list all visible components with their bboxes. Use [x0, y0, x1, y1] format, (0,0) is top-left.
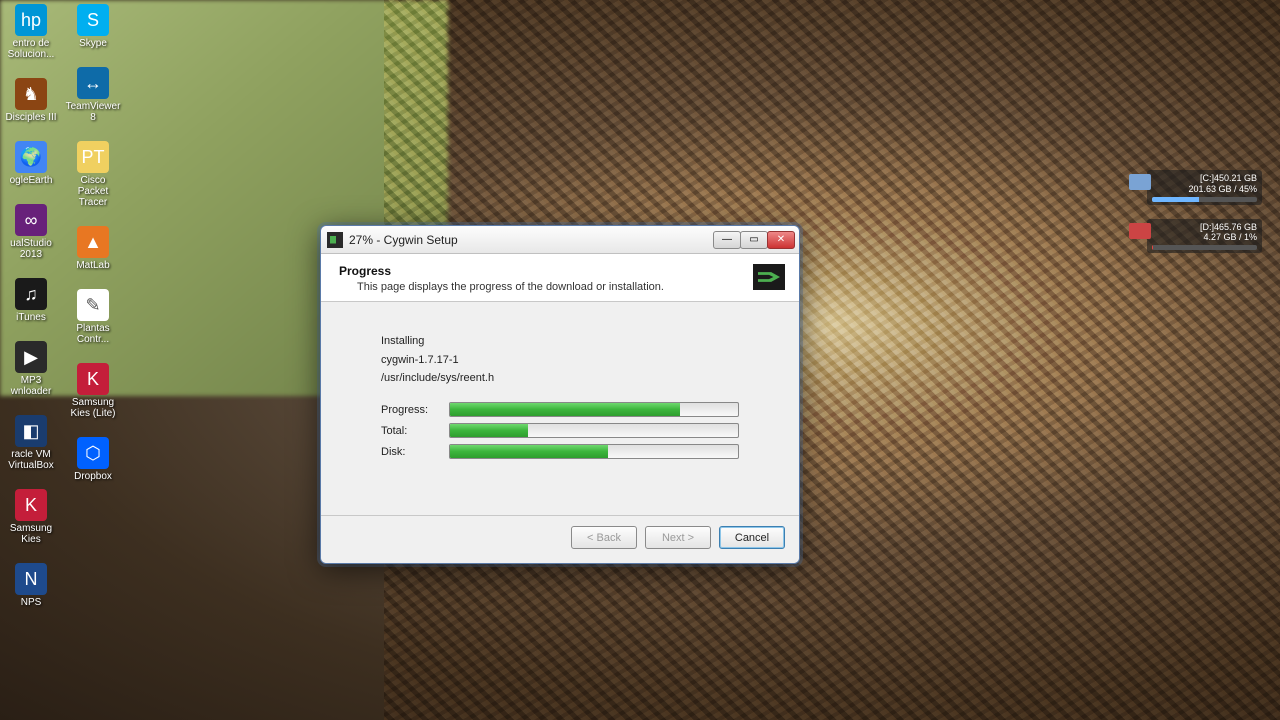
app-icon: hp [15, 4, 47, 36]
icon-label: Dropbox [74, 471, 112, 482]
header-desc: This page displays the progress of the d… [357, 281, 781, 293]
desktop-icon[interactable]: PTCisco Packet Tracer [64, 141, 122, 208]
app-icon: N [15, 563, 47, 595]
icon-label: NPS [21, 597, 42, 608]
cygwin-logo-icon [753, 264, 785, 290]
desktop-icon[interactable]: ♫ iTunes [2, 278, 60, 323]
icon-label: Samsung Kies [2, 523, 60, 545]
icon-label: Skype [79, 38, 107, 49]
desktop-icons-col1: hpentro de Solucion... ♞ Disciples III 🌍 ogl… [2, 4, 60, 608]
icon-label: MatLab [76, 260, 109, 271]
drive-widgets: [C:]450.21 GB201.63 GB / 45% [D:]465.76 G… [1147, 170, 1262, 253]
drive-icon [1129, 223, 1151, 239]
icon-label: Cisco Packet Tracer [64, 175, 122, 208]
icon-label: ogleEarth [10, 175, 53, 186]
icon-label: TeamViewer 8 [64, 101, 122, 123]
app-icon: ⬡ [77, 437, 109, 469]
titlebar[interactable]: 27% - Cygwin Setup — ▭ ✕ [321, 226, 799, 254]
cancel-button[interactable]: Cancel [719, 526, 785, 549]
app-icon: ◧ [15, 415, 47, 447]
desktop-icon[interactable]: ♞ Disciples III [2, 78, 60, 123]
progress-bar [449, 402, 739, 417]
installer-dialog: 27% - Cygwin Setup — ▭ ✕ Progress This p… [320, 225, 800, 564]
window-title: 27% - Cygwin Setup [349, 233, 708, 247]
dialog-body: Installing cygwin-1.7.17-1 /usr/include/… [321, 302, 799, 515]
dialog-header: Progress This page displays the progress… [321, 254, 799, 302]
close-button[interactable]: ✕ [767, 231, 795, 249]
app-icon: ✎ [77, 289, 109, 321]
status-package: cygwin-1.7.17-1 [381, 351, 739, 370]
drive-icon [1129, 174, 1151, 190]
maximize-button[interactable]: ▭ [740, 231, 768, 249]
drive-text: [D:]465.76 GB4.27 GB / 1% [1152, 222, 1257, 244]
desktop-icon[interactable]: KSamsung Kies [2, 489, 60, 545]
progress-label: Progress: [381, 404, 439, 416]
header-title: Progress [339, 264, 781, 278]
desktop-icon[interactable]: ↔TeamViewer 8 [64, 67, 122, 123]
app-icon: ∞ [15, 204, 47, 236]
icon-label: ualStudio 2013 [2, 238, 60, 260]
back-button[interactable]: < Back [571, 526, 637, 549]
total-label: Total: [381, 425, 439, 437]
app-icon: ▶ [15, 341, 47, 373]
desktop-icon[interactable]: KSamsung Kies (Lite) [64, 363, 122, 419]
desktop-icon[interactable]: ✎Plantas Contr... [64, 289, 122, 345]
drive-widget[interactable]: [C:]450.21 GB201.63 GB / 45% [1147, 170, 1262, 205]
progress-row: Progress: [381, 402, 739, 417]
icon-label: Plantas Contr... [64, 323, 122, 345]
icon-label: iTunes [16, 312, 46, 323]
disk-label: Disk: [381, 446, 439, 458]
desktop-icon[interactable]: N NPS [2, 563, 60, 608]
icon-label: racle VM VirtualBox [2, 449, 60, 471]
app-icon: K [15, 489, 47, 521]
app-icon: ♫ [15, 278, 47, 310]
desktop-icon[interactable]: ▶MP3 wnloader [2, 341, 60, 397]
app-icon: ▲ [77, 226, 109, 258]
dialog-footer: < Back Next > Cancel [321, 515, 799, 563]
total-row: Total: [381, 423, 739, 438]
drive-widget[interactable]: [D:]465.76 GB4.27 GB / 1% [1147, 219, 1262, 254]
desktop-icon[interactable]: ◧racle VM VirtualBox [2, 415, 60, 471]
icon-label: Samsung Kies (Lite) [64, 397, 122, 419]
drive-bar [1152, 245, 1257, 250]
app-icon [327, 232, 343, 248]
app-icon: ↔ [77, 67, 109, 99]
window-buttons: — ▭ ✕ [714, 231, 795, 249]
desktop-icon[interactable]: ⬡ Dropbox [64, 437, 122, 482]
drive-text: [C:]450.21 GB201.63 GB / 45% [1152, 173, 1257, 195]
app-icon: 🌍 [15, 141, 47, 173]
disk-bar [449, 444, 739, 459]
next-button[interactable]: Next > [645, 526, 711, 549]
total-bar [449, 423, 739, 438]
minimize-button[interactable]: — [713, 231, 741, 249]
desktop-icon[interactable]: hpentro de Solucion... [2, 4, 60, 60]
disk-row: Disk: [381, 444, 739, 459]
app-icon: PT [77, 141, 109, 173]
drive-bar [1152, 197, 1257, 202]
status-action: Installing [381, 332, 739, 351]
desktop-icon[interactable]: ▲ MatLab [64, 226, 122, 271]
icon-label: MP3 wnloader [2, 375, 60, 397]
icon-label: Disciples III [5, 112, 56, 123]
desktop-icon[interactable]: S Skype [64, 4, 122, 49]
desktop-icons-col2: S Skype ↔TeamViewer 8 PTCisco Packet Tracer… [64, 4, 122, 482]
status-text: Installing cygwin-1.7.17-1 /usr/include/… [381, 332, 739, 388]
app-icon: K [77, 363, 109, 395]
desktop-icon[interactable]: 🌍 ogleEarth [2, 141, 60, 186]
app-icon: S [77, 4, 109, 36]
icon-label: entro de Solucion... [2, 38, 60, 60]
desktop-icon[interactable]: ∞ualStudio 2013 [2, 204, 60, 260]
app-icon: ♞ [15, 78, 47, 110]
status-file: /usr/include/sys/reent.h [381, 369, 739, 388]
